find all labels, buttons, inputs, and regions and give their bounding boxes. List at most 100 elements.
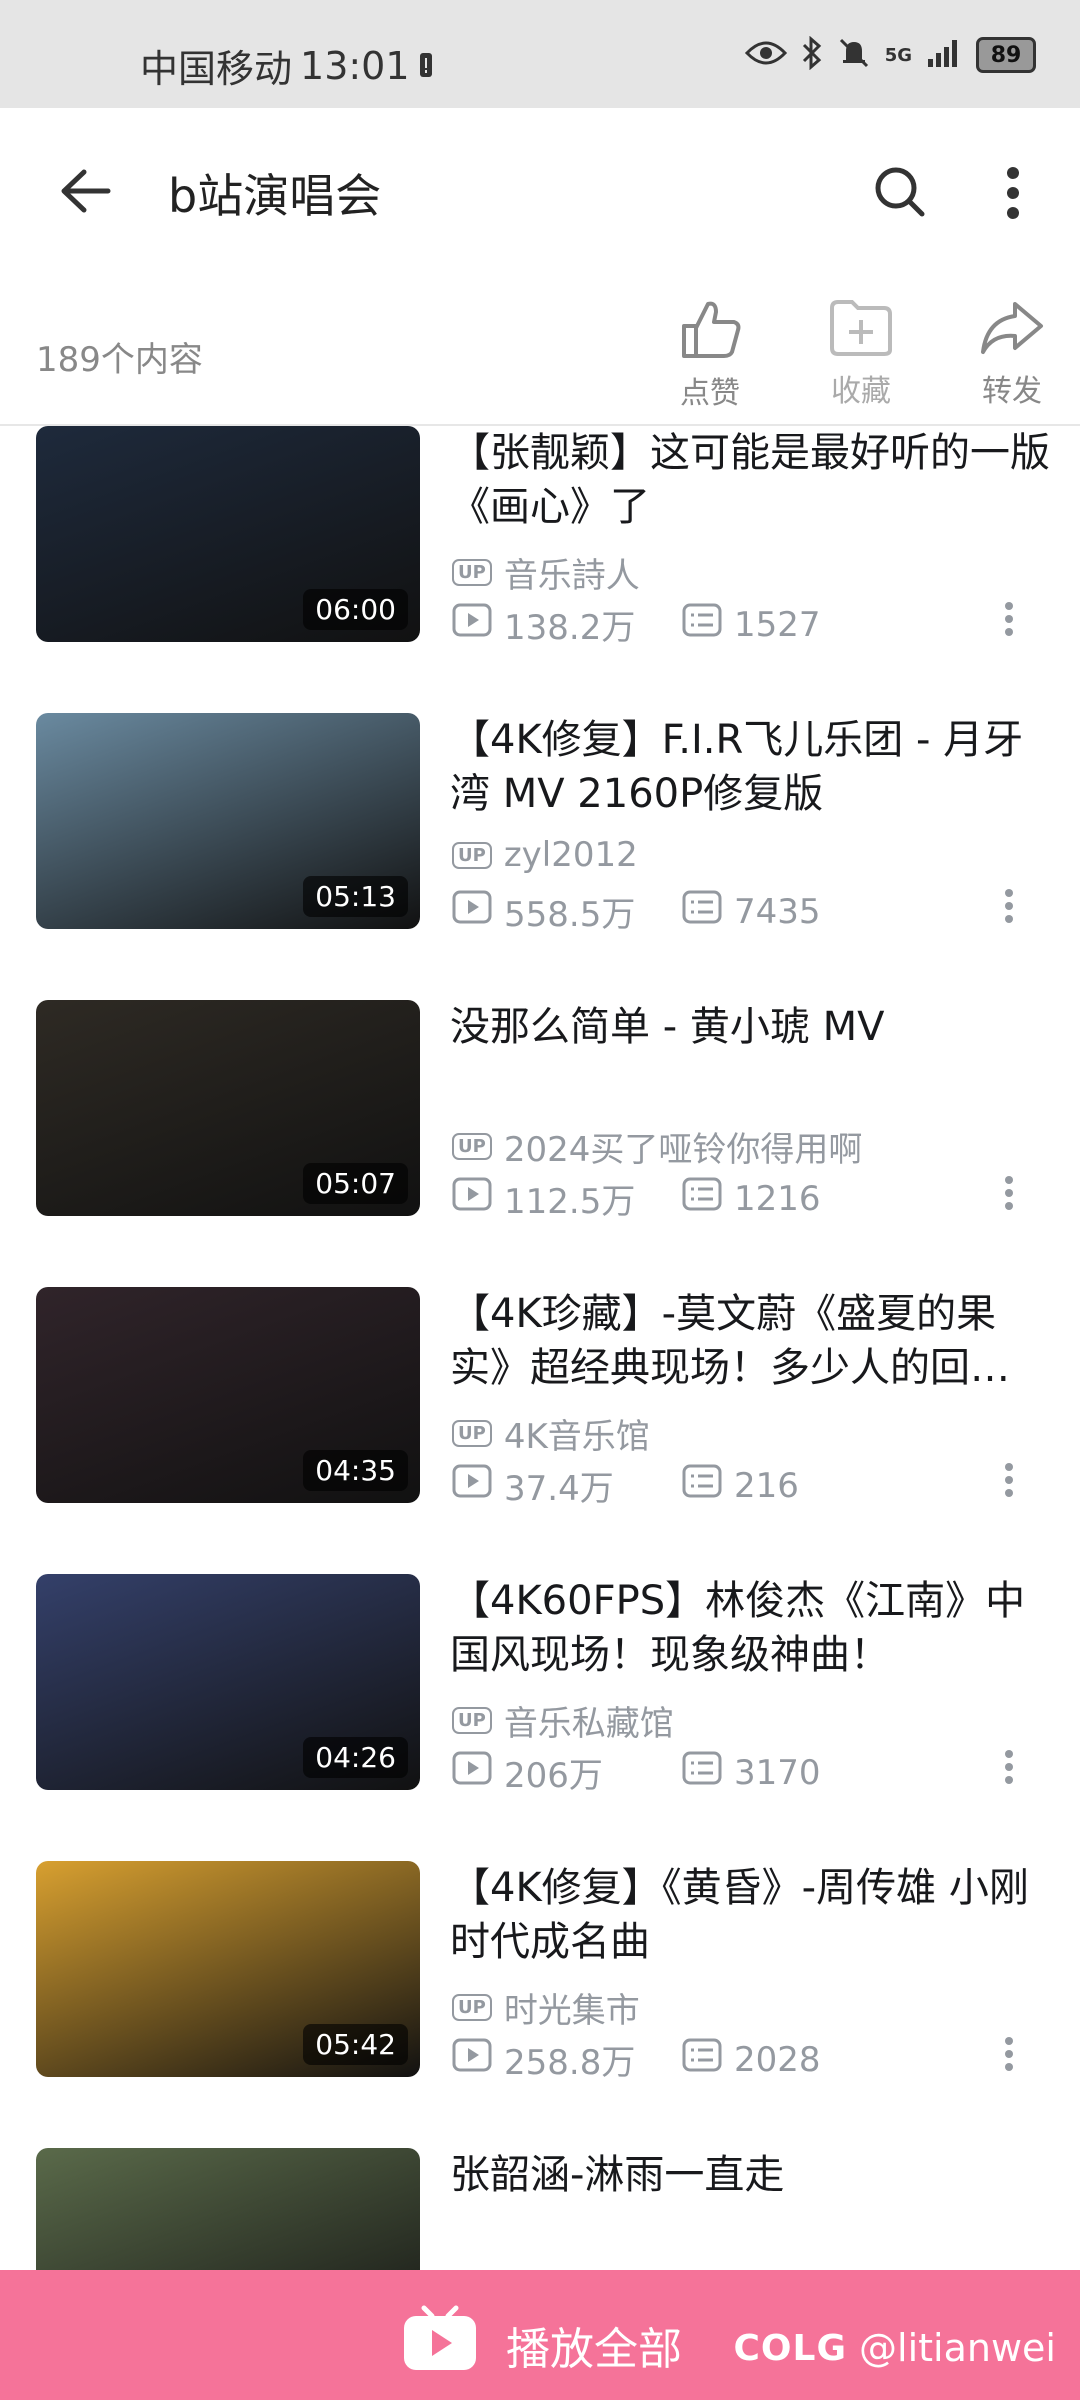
mute-bell-icon	[837, 36, 871, 74]
more-options-icon[interactable]	[1004, 1463, 1024, 1501]
video-thumbnail[interactable]: 04:35	[36, 1287, 420, 1503]
video-stats: 112.5万 1216	[452, 1174, 912, 1223]
video-stats: 258.8万 2028	[452, 2035, 912, 2084]
more-options-icon[interactable]	[1004, 1176, 1024, 1214]
play-count-icon	[452, 603, 492, 646]
play-count-icon	[452, 2038, 492, 2081]
playlist-info-bar: 189个内容 点赞 收藏 转发	[0, 278, 1080, 426]
video-duration: 05:13	[303, 876, 408, 917]
video-item[interactable]: 05:07 没那么简单 - 黄小琥 MV UP 2024买了哑铃你得用啊 112.5万 1…	[0, 1000, 1080, 1223]
favorite-button[interactable]: 收藏	[801, 298, 921, 410]
notification-icon	[418, 44, 434, 88]
search-icon[interactable]	[872, 164, 928, 224]
video-uploader[interactable]: UP 2024买了哑铃你得用啊	[452, 1122, 862, 1171]
watermark: COLG @litianwei	[734, 2326, 1056, 2370]
video-title[interactable]: 【4K60FPS】林俊杰《江南》中国风现场！现象级神曲！	[450, 1574, 1050, 1682]
status-bar: 中国移动 13:01 5G 89	[0, 0, 1080, 108]
share-label: 转发	[982, 374, 1042, 409]
clock-text: 13:01	[300, 43, 410, 88]
video-thumbnail[interactable]: 06:00	[36, 426, 420, 642]
video-item[interactable]: 05:13 【4K修复】F.I.R飞儿乐团 - 月牙湾 MV 2160P修复版 UP…	[0, 713, 1080, 936]
uploader-name: zyl2012	[503, 835, 638, 875]
bluetooth-icon	[801, 35, 823, 74]
video-uploader[interactable]: UP zyl2012	[452, 835, 638, 875]
uploader-name: 4K音乐馆	[503, 1417, 650, 1457]
comment-count: 1216	[734, 1178, 821, 1219]
tv-play-icon	[400, 2304, 480, 2385]
more-options-icon[interactable]	[1004, 2037, 1024, 2075]
thumbs-up-icon	[678, 301, 742, 364]
danmaku-icon	[682, 1464, 722, 1507]
video-thumbnail[interactable]: 04:26	[36, 1574, 420, 1790]
play-all-label: 播放全部	[506, 2323, 682, 2375]
comment-count: 216	[734, 1465, 799, 1506]
video-thumbnail[interactable]: 05:07	[36, 1000, 420, 1216]
video-uploader[interactable]: UP 音乐詩人	[452, 548, 640, 597]
video-stats: 206万 3170	[452, 1748, 912, 1797]
video-item[interactable]: 05:42 【4K修复】《黄昏》-周传雄 小刚时代成名曲 UP 时光集市 258.8万 2…	[0, 1861, 1080, 2084]
up-badge-icon: UP	[452, 559, 492, 586]
danmaku-icon	[682, 1751, 722, 1794]
uploader-name: 时光集市	[503, 1991, 640, 2031]
view-count: 138.2万	[504, 608, 636, 648]
more-vertical-icon[interactable]	[1006, 166, 1020, 224]
video-thumbnail[interactable]: 05:13	[36, 713, 420, 929]
video-title[interactable]: 【张靓颖】这可能是最好听的一版《画心》了	[450, 426, 1050, 534]
video-duration: 06:00	[303, 589, 408, 630]
video-duration: 05:07	[303, 1163, 408, 1204]
video-stats: 138.2万 1527	[452, 600, 912, 649]
up-badge-icon: UP	[452, 1133, 492, 1160]
comment-count: 7435	[734, 891, 821, 932]
share-icon	[979, 302, 1045, 362]
watermark-user: @litianwei	[859, 2326, 1056, 2370]
uploader-name: 音乐詩人	[503, 556, 640, 596]
more-options-icon[interactable]	[1004, 889, 1024, 927]
video-thumbnail[interactable]: 05:42	[36, 1861, 420, 2077]
up-badge-icon: UP	[452, 1707, 492, 1734]
danmaku-icon	[682, 890, 722, 933]
view-count: 558.5万	[504, 895, 636, 935]
view-count: 206万	[504, 1756, 603, 1796]
play-count-icon	[452, 890, 492, 933]
more-options-icon[interactable]	[1004, 1750, 1024, 1788]
video-title[interactable]: 【4K修复】《黄昏》-周传雄 小刚时代成名曲	[450, 1861, 1050, 1969]
play-all-button[interactable]: 播放全部	[400, 2304, 682, 2385]
comment-count: 2028	[734, 2039, 821, 2080]
carrier-text: 中国移动	[140, 47, 293, 91]
video-stats: 37.4万 216	[452, 1461, 912, 1510]
share-button[interactable]: 转发	[952, 298, 1072, 410]
danmaku-icon	[682, 2038, 722, 2081]
more-options-icon[interactable]	[1004, 602, 1024, 640]
video-title[interactable]: 【4K珍藏】-莫文蔚《盛夏的果实》超经典现场！多少人的回…	[450, 1287, 1050, 1395]
like-button[interactable]: 点赞	[650, 298, 770, 412]
video-title[interactable]: 没那么简单 - 黄小琥 MV	[450, 1000, 1050, 1054]
battery-indicator: 89	[976, 37, 1036, 73]
signal-icon	[926, 37, 962, 73]
play-count-icon	[452, 1751, 492, 1794]
video-title[interactable]: 张韶涵-淋雨一直走	[450, 2148, 1050, 2202]
up-badge-icon: UP	[452, 1994, 492, 2021]
view-count: 258.8万	[504, 2043, 636, 2083]
up-badge-icon: UP	[452, 1420, 492, 1447]
play-all-bar[interactable]: 播放全部 COLG @litianwei	[0, 2270, 1080, 2400]
danmaku-icon	[682, 1177, 722, 1220]
comment-count: 1527	[734, 604, 821, 645]
video-duration: 05:42	[303, 2024, 408, 2065]
video-uploader[interactable]: UP 4K音乐馆	[452, 1409, 650, 1458]
video-duration: 04:35	[303, 1450, 408, 1491]
video-uploader[interactable]: UP 时光集市	[452, 1983, 640, 2032]
video-uploader[interactable]: UP 音乐私藏馆	[452, 1696, 674, 1745]
video-stats: 558.5万 7435	[452, 887, 912, 936]
play-count-icon	[452, 1464, 492, 1507]
video-item[interactable]: 06:00 【张靓颖】这可能是最好听的一版《画心》了 UP 音乐詩人 138.2万 152…	[0, 426, 1080, 649]
video-item[interactable]: 04:35 【4K珍藏】-莫文蔚《盛夏的果实》超经典现场！多少人的回… UP 4K音乐…	[0, 1287, 1080, 1510]
video-item[interactable]: 04:26 【4K60FPS】林俊杰《江南》中国风现场！现象级神曲！ UP 音乐私藏馆…	[0, 1574, 1080, 1797]
eye-icon	[744, 38, 787, 72]
video-title[interactable]: 【4K修复】F.I.R飞儿乐团 - 月牙湾 MV 2160P修复版	[450, 713, 1050, 821]
view-count: 112.5万	[504, 1182, 636, 1222]
video-duration: 04:26	[303, 1737, 408, 1778]
uploader-name: 音乐私藏馆	[503, 1704, 674, 1744]
back-arrow-icon[interactable]	[56, 166, 112, 220]
folder-add-icon	[828, 300, 894, 362]
like-label: 点赞	[680, 376, 740, 411]
